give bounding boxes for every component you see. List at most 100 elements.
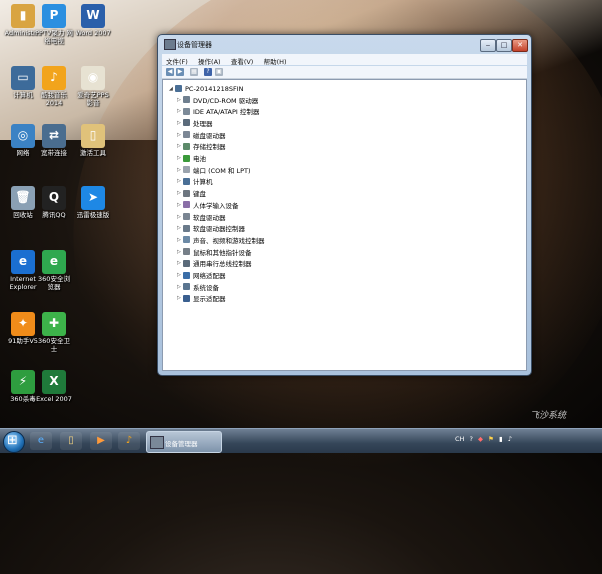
device-category-icon (183, 107, 190, 115)
console-icon[interactable]: ▣ (215, 68, 223, 76)
360-browser-icon: e (42, 250, 66, 274)
device-category-icon (183, 248, 190, 256)
device-category-icon (183, 224, 190, 232)
start-button[interactable] (3, 431, 25, 453)
device-category-label: 计算机 (193, 178, 213, 187)
desktop-icon-pps[interactable]: ◉ 爱奇艺PPS 影音 (74, 66, 112, 107)
desktop-icon-kuwo[interactable]: ♪ 酷我音乐 2014 (35, 66, 73, 107)
device-category[interactable]: ▷ 通用串行总线控制器 (177, 259, 252, 268)
desktop-icon-label: Excel 2007 (36, 395, 72, 403)
broadband-icon: ⇄ (42, 124, 66, 148)
device-category[interactable]: ▷ 人体学输入设备 (177, 200, 239, 210)
properties-grid-icon[interactable]: ▦ (190, 68, 198, 76)
action-center-tray-icon[interactable]: ⚑ (488, 435, 494, 443)
menu-action[interactable]: 操作(A) (194, 54, 225, 66)
device-category[interactable]: ▷ 网络适配器 (177, 271, 226, 280)
volume-tray-icon[interactable]: ♪ (508, 435, 512, 443)
taskbar-item-device-manager[interactable]: 设备管理器 (146, 431, 222, 453)
desktop-icon-word[interactable]: W Word 2007 (74, 4, 112, 38)
desktop-icon-360-browser[interactable]: e 360安全浏览器 (35, 250, 73, 291)
menu-view[interactable]: 查看(V) (227, 54, 258, 66)
360-antivirus-icon: ⚡ (11, 370, 35, 394)
toolbar: ◀ ▶ ▦ ? ▣ (162, 66, 527, 79)
device-category[interactable]: ▷ 软盘驱动器 (177, 212, 226, 222)
desktop-icon-activation-tool[interactable]: ▯ 激活工具 (74, 124, 112, 158)
device-category[interactable]: ▷ 键盘 (177, 189, 206, 198)
watermark: 飞沙系统 (530, 411, 567, 421)
pps-icon: ◉ (81, 66, 105, 90)
word-icon: W (81, 4, 105, 28)
desktop-icon-label: 酷我音乐 2014 (41, 91, 67, 107)
close-button[interactable]: ✕ (512, 39, 528, 52)
desktop-icon-pptv[interactable]: P PPTV聚力 网络电视 (35, 4, 73, 45)
device-category-icon (183, 271, 190, 279)
explorer-taskbar-icon[interactable]: ▯ (60, 432, 82, 450)
device-category-icon (183, 259, 190, 267)
menu-help[interactable]: 帮助(H) (260, 54, 291, 66)
device-category-label: 人体学输入设备 (193, 201, 239, 210)
desktop-icon-xunlei[interactable]: ➤ 迅雷极速版 (74, 186, 112, 220)
security-tray-icon[interactable]: ◆ (478, 435, 483, 443)
device-category-label: DVD/CD-ROM 驱动器 (193, 96, 259, 105)
window-titlebar[interactable]: 设备管理器 ‒ □ ✕ (158, 35, 531, 53)
kuwo-taskbar-icon[interactable]: ♪ (118, 432, 140, 450)
help-tray-icon[interactable]: ? (470, 435, 473, 443)
desktop-icon-label: 迅雷极速版 (76, 211, 110, 219)
user-folder-icon: ▮ (11, 4, 35, 28)
desktop-icon-label: 宽带连接 (41, 149, 67, 157)
desktop-icon-qq[interactable]: Q 腾讯QQ (35, 186, 73, 220)
tree-root[interactable]: ◢ PC-20141218SFIN (169, 84, 244, 93)
device-category-icon (183, 201, 190, 209)
device-category[interactable]: ▷ 声音、视频和游戏控制器 (177, 235, 265, 245)
excel-icon: X (42, 370, 66, 394)
device-category-label: 软盘驱动器 (193, 213, 226, 222)
device-category-label: 键盘 (193, 190, 206, 199)
device-category[interactable]: ▷ DVD/CD-ROM 驱动器 (177, 95, 259, 105)
minimize-button[interactable]: ‒ (480, 39, 496, 52)
desktop-icon-excel[interactable]: X Excel 2007 (35, 370, 73, 404)
network-tray-icon[interactable]: ▮ (499, 435, 503, 443)
device-category[interactable]: ▷ 显示适配器 (177, 294, 226, 303)
device-category-icon (183, 294, 190, 302)
device-category[interactable]: ▷ 端口 (COM 和 LPT) (177, 165, 251, 175)
device-category[interactable]: ▷ 磁盘驱动器 (177, 130, 226, 140)
device-category-icon (183, 213, 190, 220)
maximize-button[interactable]: □ (496, 39, 512, 52)
help-icon[interactable]: ? (204, 68, 212, 76)
device-category[interactable]: ▷ 系统设备 (177, 282, 219, 292)
desktop-icon-label: 爱奇艺PPS 影音 (77, 91, 109, 107)
device-manager-window[interactable]: 设备管理器 ‒ □ ✕ 文件(F) 操作(A) 查看(V) 帮助(H) ◀ ▶ … (157, 34, 532, 376)
device-tree-panel: ◢ PC-20141218SFIN ▷ DVD/CD-ROM 驱动器 ▷ IDE AT… (162, 79, 527, 371)
91-assistant-icon: ✦ (11, 312, 35, 336)
menu-file[interactable]: 文件(F) (162, 54, 192, 66)
desktop-icon-broadband[interactable]: ⇄ 宽带连接 (35, 124, 73, 158)
device-category[interactable]: ▷ IDE ATA/ATAPI 控制器 (177, 107, 259, 116)
device-category[interactable]: ▷ 电池 (177, 154, 206, 163)
media-player-taskbar-icon[interactable]: ▶ (90, 432, 112, 450)
taskbar-item-label: 设备管理器 (165, 440, 198, 448)
device-category[interactable]: ▷ 计算机 (177, 177, 213, 186)
device-category-icon (183, 142, 190, 150)
device-category-label: 电池 (193, 155, 206, 163)
ie-taskbar-icon[interactable]: e (30, 432, 52, 450)
qq-icon: Q (42, 186, 66, 210)
device-category[interactable]: ▷ 处理器 (177, 118, 213, 128)
device-category-label: 处理器 (193, 119, 213, 128)
device-category-icon (183, 166, 190, 174)
desktop-icon-360-safe[interactable]: ✚ 360安全卫士 (35, 312, 73, 353)
device-category[interactable]: ▷ 鼠标和其他指针设备 (177, 247, 252, 257)
device-category[interactable]: ▷ 软盘驱动器控制器 (177, 224, 245, 233)
device-category-icon (183, 177, 190, 185)
language-indicator[interactable]: CH (455, 435, 464, 443)
ie-icon: e (11, 250, 35, 274)
back-icon[interactable]: ◀ (166, 68, 174, 76)
device-category[interactable]: ▷ 存储控制器 (177, 142, 226, 151)
computer-icon: ▭ (11, 66, 35, 90)
desktop-icon-label: 360安全浏览器 (38, 275, 70, 291)
taskbar: e ▯ ▶ ♪ 设备管理器 CH ? ◆ ⚑ ▮ ♪ (0, 428, 602, 453)
device-manager-icon (164, 39, 176, 50)
kuwo-icon: ♪ (42, 66, 66, 90)
device-category-label: 声音、视频和游戏控制器 (193, 236, 265, 245)
forward-icon[interactable]: ▶ (176, 68, 184, 76)
device-category-label: 系统设备 (193, 283, 219, 292)
